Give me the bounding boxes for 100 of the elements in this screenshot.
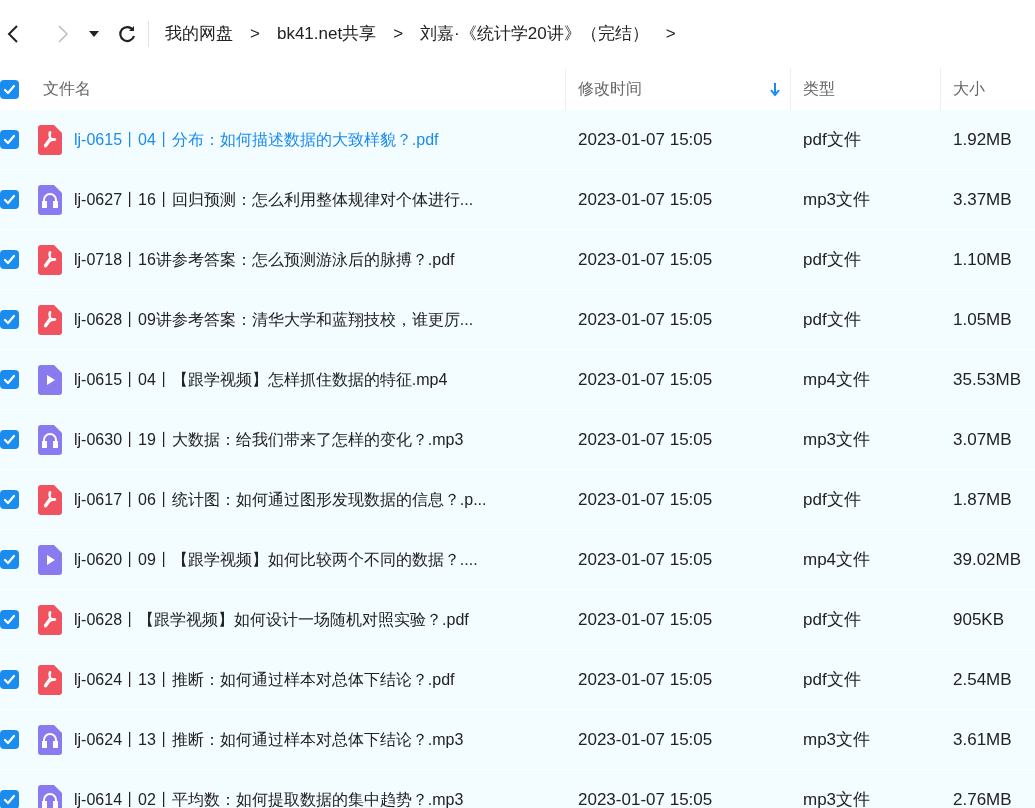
file-type: mp3文件 <box>803 429 871 449</box>
checkbox[interactable] <box>0 610 19 629</box>
checkmark-icon <box>3 313 16 326</box>
back-icon[interactable] <box>7 24 19 44</box>
headphones-file-icon <box>38 184 62 215</box>
checkmark-icon <box>3 253 16 266</box>
modified-time: 2023-01-07 15:05 <box>578 789 713 808</box>
file-size: 2.76MB <box>953 789 1012 808</box>
modified-time: 2023-01-07 15:05 <box>578 189 713 209</box>
checkbox[interactable] <box>0 730 19 749</box>
file-size: 1.92MB <box>953 129 1012 149</box>
file-size: 3.07MB <box>953 429 1012 449</box>
breadcrumb-separator: > <box>665 23 676 46</box>
file-type: pdf文件 <box>803 129 861 149</box>
file-row[interactable]: lj-0624丨13丨推断：如何通过样本对总体下结论？.mp3 2023-01-07 15:05 mp3文件 3.61MB <box>0 710 1035 770</box>
refresh-icon[interactable] <box>116 23 138 45</box>
file-row[interactable]: lj-0615丨04丨【跟学视频】怎样抓住数据的特征.mp4 2023-01-07 15:05 mp4文件 35.53MB <box>0 350 1035 410</box>
file-row[interactable]: lj-0630丨19丨大数据：给我们带来了怎样的变化？.mp3 2023-01-07 15:05 mp3文件 3.07MB <box>0 410 1035 470</box>
file-name[interactable]: lj-0614丨02丨平均数：如何提取数据的集中趋势？.mp3 <box>74 787 464 808</box>
column-header[interactable]: 大小 <box>941 68 1035 110</box>
file-size: 35.53MB <box>953 369 1022 389</box>
file-row[interactable]: lj-0628丨09讲参考答案：清华大学和蓝翔技校，谁更厉... 2023-01-07 15:05 pdf文件 1.05MB <box>0 290 1035 350</box>
column-header[interactable]: 修改时间 <box>566 68 790 110</box>
checkbox[interactable] <box>0 490 19 509</box>
file-type: mp4文件 <box>803 549 871 569</box>
checkbox[interactable] <box>0 790 19 808</box>
modified-time: 2023-01-07 15:05 <box>578 249 713 269</box>
file-name[interactable]: lj-0628丨【跟学视频】如何设计一场随机对照实验？.pdf <box>74 607 469 632</box>
modified-time: 2023-01-07 15:05 <box>578 549 713 569</box>
checkbox[interactable] <box>0 370 19 389</box>
file-size: 1.87MB <box>953 489 1012 509</box>
file-row[interactable]: lj-0614丨02丨平均数：如何提取数据的集中趋势？.mp3 2023-01-07 15:05 mp3文件 2.76MB <box>0 770 1035 808</box>
file-row[interactable]: lj-0620丨09丨【跟学视频】如何比较两个不同的数据？.... 2023-01-07 15:05 mp4文件 39.02MB <box>0 530 1035 590</box>
modified-time: 2023-01-07 15:05 <box>578 309 713 329</box>
file-name[interactable]: lj-0624丨13丨推断：如何通过样本对总体下结论？.mp3 <box>74 727 464 752</box>
file-name[interactable]: lj-0628丨09讲参考答案：清华大学和蓝翔技校，谁更厉... <box>74 307 474 332</box>
file-size: 3.61MB <box>953 729 1012 749</box>
modified-time: 2023-01-07 15:05 <box>578 489 713 509</box>
file-row[interactable]: lj-0718丨16讲参考答案：怎么预测游泳后的脉搏？.pdf 2023-01-07 15:05 pdf文件 1.10MB <box>0 230 1035 290</box>
modified-time: 2023-01-07 15:05 <box>578 369 713 389</box>
file-type: pdf文件 <box>803 669 861 689</box>
pdf-file-icon <box>38 244 62 275</box>
headphones-file-icon <box>38 784 62 808</box>
file-type: pdf文件 <box>803 249 861 269</box>
pdf-file-icon <box>38 304 62 335</box>
breadcrumb-separator: > <box>250 23 260 46</box>
checkbox[interactable] <box>0 250 19 269</box>
file-size: 2.54MB <box>953 669 1012 689</box>
pdf-file-icon <box>38 664 62 695</box>
headphones-file-icon <box>38 424 62 455</box>
column-header[interactable]: 类型 <box>791 68 940 110</box>
checkbox[interactable] <box>0 79 19 99</box>
checkbox[interactable] <box>0 130 19 149</box>
checkmark-icon <box>3 133 16 146</box>
file-size: 1.05MB <box>953 309 1012 329</box>
file-row[interactable]: lj-0615丨04丨分布：如何描述数据的大致样貌？.pdf 2023-01-07 15:05 pdf文件 1.92MB <box>0 110 1035 170</box>
file-row[interactable]: lj-0627丨16丨回归预测：怎么利用整体规律对个体进行... 2023-01-07 15:05 mp3文件 3.37MB <box>0 170 1035 230</box>
checkbox[interactable] <box>0 430 19 449</box>
modified-time: 2023-01-07 15:05 <box>578 429 713 449</box>
checkmark-icon <box>3 493 16 506</box>
pdf-file-icon <box>38 124 62 155</box>
file-name[interactable]: lj-0624丨13丨推断：如何通过样本对总体下结论？.pdf <box>74 667 455 692</box>
checkbox[interactable] <box>0 310 19 329</box>
modified-time: 2023-01-07 15:05 <box>578 609 713 629</box>
file-row[interactable]: lj-0617丨06丨统计图：如何通过图形发现数据的信息？.p... 2023-01-07 15:05 pdf文件 1.87MB <box>0 470 1035 530</box>
file-size: 3.37MB <box>953 189 1012 209</box>
file-name[interactable]: lj-0718丨16讲参考答案：怎么预测游泳后的脉搏？.pdf <box>74 247 455 272</box>
checkbox[interactable] <box>0 190 19 209</box>
checkmark-icon <box>3 673 16 686</box>
file-name[interactable]: lj-0617丨06丨统计图：如何通过图形发现数据的信息？.p... <box>74 487 487 512</box>
checkmark-icon <box>3 553 16 566</box>
file-type: pdf文件 <box>803 609 861 629</box>
modified-time: 2023-01-07 15:05 <box>578 729 713 749</box>
file-name[interactable]: lj-0630丨19丨大数据：给我们带来了怎样的变化？.mp3 <box>74 427 464 452</box>
checkbox[interactable] <box>0 550 19 569</box>
breadcrumb-link[interactable]: bk41.net共享 <box>276 21 377 47</box>
file-type: mp3文件 <box>803 729 871 749</box>
breadcrumb-link[interactable]: 刘嘉·《统计学20讲》（完结） <box>420 21 649 47</box>
headphones-file-icon <box>38 724 62 755</box>
pdf-file-icon <box>38 604 62 635</box>
file-row[interactable]: lj-0628丨【跟学视频】如何设计一场随机对照实验？.pdf 2023-01-07 15:05 pdf文件 905KB <box>0 590 1035 650</box>
checkmark-icon <box>3 433 16 446</box>
file-name[interactable]: lj-0620丨09丨【跟学视频】如何比较两个不同的数据？.... <box>74 547 478 572</box>
checkmark-icon <box>3 193 16 206</box>
column-header[interactable]: 文件名 <box>43 77 565 101</box>
file-name[interactable]: lj-0627丨16丨回归预测：怎么利用整体规律对个体进行... <box>74 187 474 212</box>
file-type: mp3文件 <box>803 189 871 209</box>
checkmark-icon <box>3 82 16 96</box>
file-row[interactable]: lj-0624丨13丨推断：如何通过样本对总体下结论？.pdf 2023-01-07 15:05 pdf文件 2.54MB <box>0 650 1035 710</box>
breadcrumb-separator: > <box>393 23 404 46</box>
file-type: pdf文件 <box>803 489 861 509</box>
file-name[interactable]: lj-0615丨04丨【跟学视频】怎样抓住数据的特征.mp4 <box>74 367 448 392</box>
modified-time: 2023-01-07 15:05 <box>578 129 713 149</box>
play-file-icon <box>38 544 62 575</box>
checkbox[interactable] <box>0 670 19 689</box>
checkmark-icon <box>3 793 16 806</box>
file-size: 905KB <box>953 609 1005 629</box>
breadcrumb-link[interactable]: 我的网盘 <box>165 21 233 47</box>
file-size: 39.02MB <box>953 549 1022 569</box>
file-type: mp4文件 <box>803 369 871 389</box>
